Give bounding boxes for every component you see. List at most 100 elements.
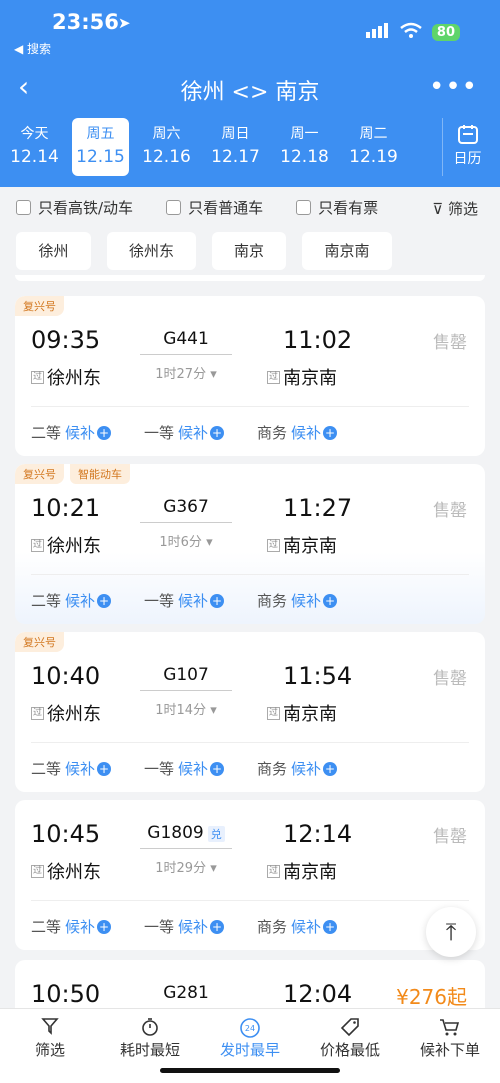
seat-business[interactable]: 商务 候补 + <box>257 590 338 611</box>
arrival-station: 过南京南 <box>267 704 337 725</box>
timer-icon <box>100 1017 200 1039</box>
station-chip[interactable]: 南京南 <box>302 232 392 270</box>
divider <box>31 574 469 575</box>
seat-second[interactable]: 二等 候补 + <box>31 916 112 937</box>
station-chip[interactable]: 徐州东 <box>107 232 196 270</box>
seat-first[interactable]: 一等 候补 + <box>144 916 225 937</box>
location-arrow-icon: ➤ <box>118 14 131 32</box>
cart-icon <box>400 1017 500 1039</box>
seat-business[interactable]: 商务 候补 + <box>257 422 338 443</box>
via-icon: 过 <box>267 538 280 552</box>
via-icon: 过 <box>267 706 280 720</box>
train-card[interactable]: 复兴号 09:35 G441 11:02 售罄 过徐州东 1时27分 ▾ 过南京… <box>15 296 485 456</box>
header: 23:56 ➤ ◀ 搜索 80 ‹ 徐州 <> 南京 ••• 今天 12.14 周… <box>0 0 500 187</box>
normal-train-checkbox[interactable]: 只看普通车 <box>166 197 263 218</box>
duration[interactable]: 1时14分 ▾ <box>140 699 232 718</box>
chevron-down-icon: ▾ <box>210 861 217 876</box>
train-number: G441 <box>163 329 209 349</box>
plus-icon: + <box>323 919 338 934</box>
station-chip[interactable]: 徐州 <box>16 232 91 270</box>
chevron-down-icon: ▾ <box>210 367 217 382</box>
plus-icon: + <box>323 425 338 440</box>
fuxing-tag: 复兴号 <box>15 464 64 484</box>
chevron-down-icon: ▾ <box>210 703 217 718</box>
plus-icon: + <box>97 761 112 776</box>
seat-first[interactable]: 一等 候补 + <box>144 758 225 779</box>
seat-first[interactable]: 一等 候补 + <box>144 590 225 611</box>
departure-time: 09:35 <box>31 326 101 354</box>
plus-icon: + <box>323 761 338 776</box>
tab-filter[interactable]: 筛选 <box>0 1009 100 1083</box>
train-card[interactable]: 10:45 G1809 兑 12:14 售罄 过徐州东 1时29分 ▾ 过南京南 … <box>15 800 485 950</box>
seat-second[interactable]: 二等 候补 + <box>31 422 112 443</box>
duration[interactable]: 1时29分 ▾ <box>140 857 232 876</box>
calendar-label: 日历 <box>453 151 482 167</box>
plus-icon: + <box>210 425 225 440</box>
duration[interactable]: 1时6分 ▾ <box>140 531 232 550</box>
seat-second[interactable]: 二等 候补 + <box>31 758 112 779</box>
scroll-to-top-button[interactable]: ⤒ <box>426 907 476 957</box>
back-to-app[interactable]: ◀ 搜索 <box>14 40 51 57</box>
fuxing-tag: 复兴号 <box>15 296 64 316</box>
fuxing-tag: 复兴号 <box>15 632 64 652</box>
page-title: 徐州 <> 南京 <box>180 80 320 105</box>
via-icon: 过 <box>31 706 44 720</box>
arrival-time: 12:14 <box>283 820 353 848</box>
date-item[interactable]: 周日 12.17 <box>201 118 270 176</box>
arrival-time: 11:02 <box>283 326 353 354</box>
seat-business[interactable]: 商务 候补 + <box>257 916 338 937</box>
via-icon: 过 <box>31 370 44 384</box>
tab-waitlist-order[interactable]: 候补下单 <box>400 1009 500 1083</box>
departure-station: 过徐州东 <box>31 536 101 557</box>
price-tag-icon <box>300 1017 400 1039</box>
divider <box>31 406 469 407</box>
station-chips: 徐州 徐州东 南京 南京南 <box>16 232 392 270</box>
duration[interactable]: 1时27分 ▾ <box>140 363 232 382</box>
date-item[interactable]: 周一 12.18 <box>270 118 339 176</box>
wifi-icon <box>400 22 422 42</box>
date-item[interactable]: 周六 12.16 <box>132 118 201 176</box>
arrival-station: 过南京南 <box>267 536 337 557</box>
available-checkbox[interactable]: 只看有票 <box>296 197 378 218</box>
train-number: G281 <box>163 983 209 1003</box>
high-speed-checkbox[interactable]: 只看高铁/动车 <box>16 197 133 218</box>
plus-icon: + <box>210 593 225 608</box>
seat-business[interactable]: 商务 候补 + <box>257 758 338 779</box>
arrival-time: 11:27 <box>283 494 353 522</box>
route-line <box>140 848 232 849</box>
checkbox-box <box>166 199 182 215</box>
arrow-up-icon: ⤒ <box>445 918 457 946</box>
seat-second[interactable]: 二等 候补 + <box>31 590 112 611</box>
sold-out-status: 售罄 <box>433 827 467 847</box>
prev-train-card <box>15 275 485 281</box>
price: ¥276起 <box>396 985 467 1008</box>
sold-out-status: 售罄 <box>433 669 467 689</box>
more-icon[interactable]: ••• <box>429 72 478 102</box>
train-card[interactable]: 10:50 G281 12:04 ¥276起 <box>15 960 485 1008</box>
train-card[interactable]: 复兴号 10:40 G107 11:54 售罄 过徐州东 1时14分 ▾ 过南京… <box>15 632 485 792</box>
divider <box>31 742 469 743</box>
date-item[interactable]: 周二 12.19 <box>339 118 408 176</box>
checkbox-box <box>16 199 31 215</box>
station-chip[interactable]: 南京 <box>212 232 286 270</box>
nav-bar: ‹ 徐州 <> 南京 ••• <box>0 72 500 106</box>
train-number: G1809 兑 <box>140 823 232 843</box>
funnel-icon: ⊽ <box>432 200 444 218</box>
seat-first[interactable]: 一等 候补 + <box>144 422 225 443</box>
train-card[interactable]: 复兴号 智能动车 10:21 G367 11:27 售罄 过徐州东 1时6分 ▾ … <box>15 464 485 624</box>
route-line <box>140 690 232 691</box>
via-icon: 过 <box>31 864 44 878</box>
filter-button[interactable]: ⊽ 筛选 <box>432 198 478 219</box>
calendar-button[interactable]: 日历 <box>442 118 492 176</box>
route-line <box>140 522 232 523</box>
date-item-selected[interactable]: 周五 12.15 <box>72 118 129 176</box>
via-icon: 过 <box>267 864 280 878</box>
train-number: G367 <box>163 497 209 517</box>
filter-bar: 只看高铁/动车 只看普通车 只看有票 ⊽ 筛选 <box>0 187 500 227</box>
date-selector: 今天 12.14 周五 12.15 周六 12.16 周日 12.17 周一 12.18 … <box>0 118 430 176</box>
home-indicator <box>160 1068 340 1073</box>
plus-icon: + <box>97 425 112 440</box>
date-item-today[interactable]: 今天 12.14 <box>0 118 69 176</box>
divider <box>31 900 469 901</box>
status-indicators: 80 <box>365 22 460 42</box>
